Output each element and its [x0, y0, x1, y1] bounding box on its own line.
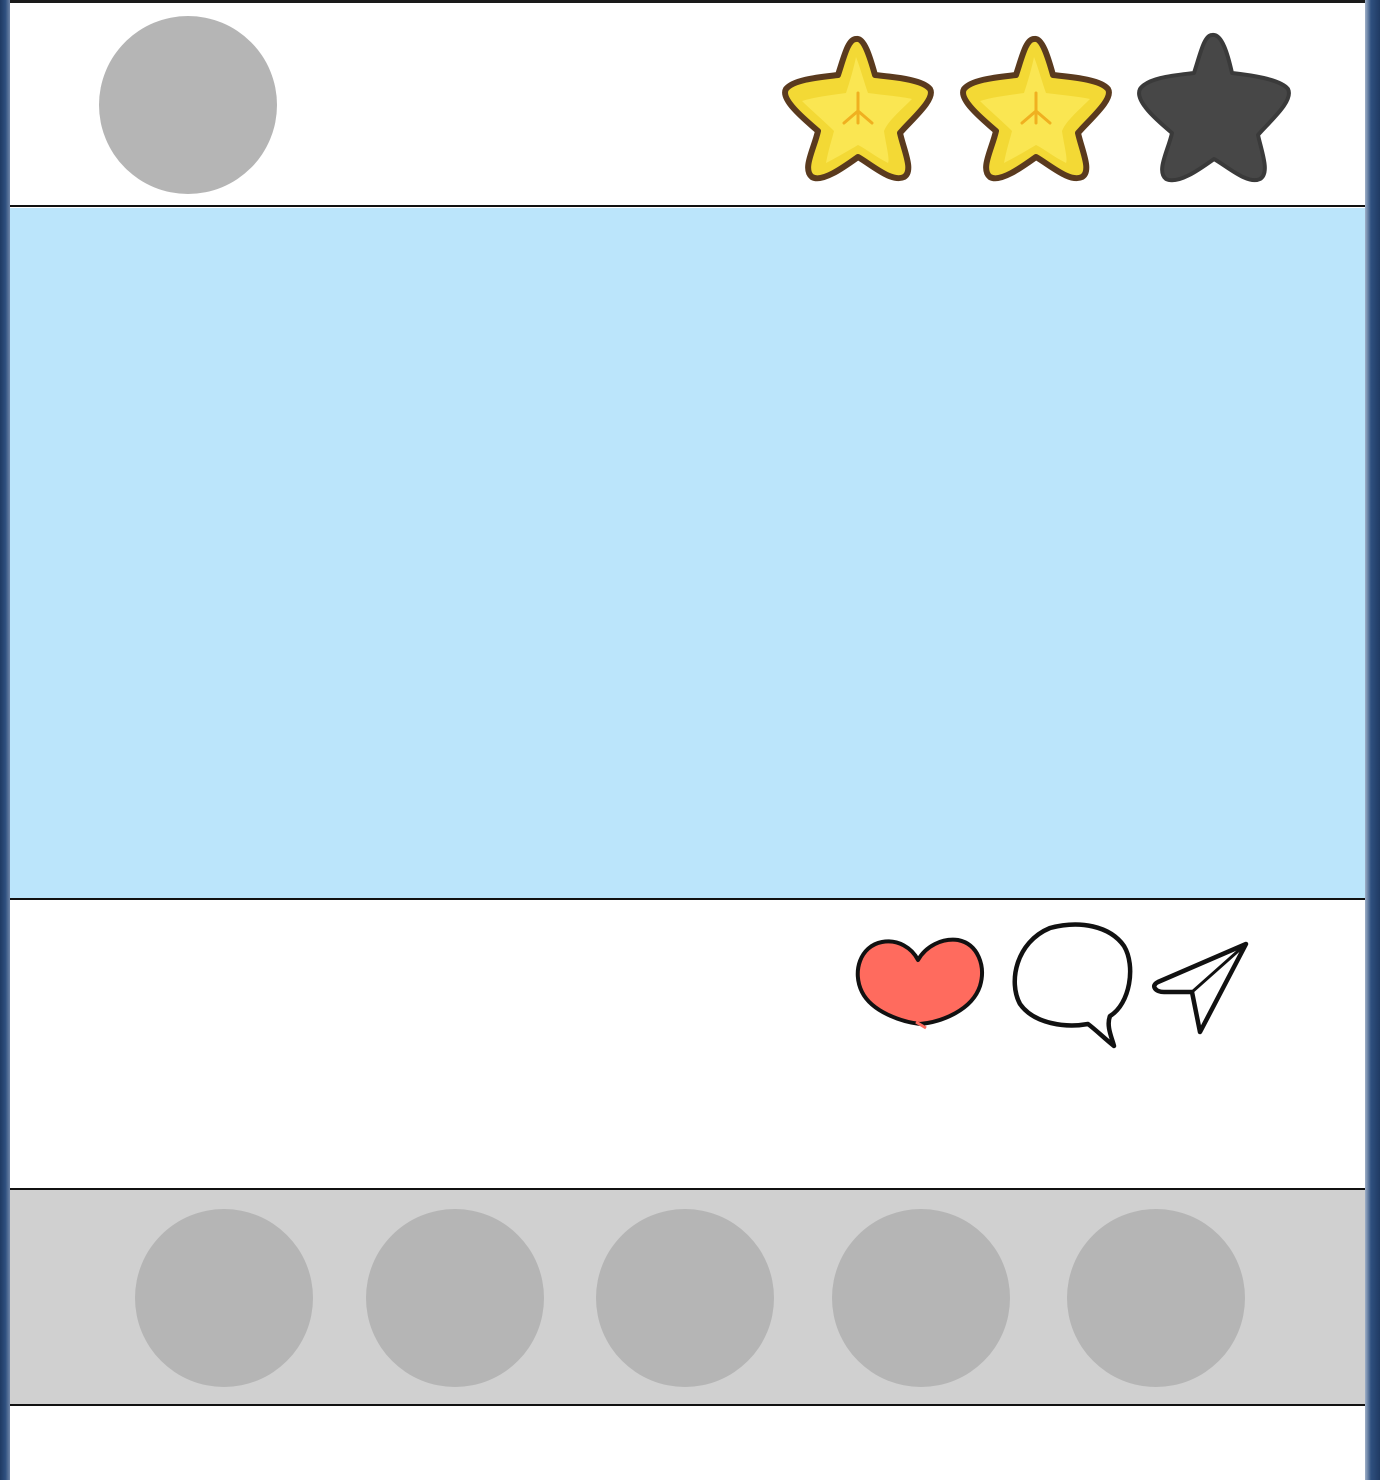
action-bar [10, 900, 1365, 1188]
thumbnail-2[interactable] [366, 1209, 544, 1387]
thumbnail-4[interactable] [832, 1209, 1010, 1387]
post-header [10, 3, 1365, 206]
star-rating[interactable] [772, 27, 1302, 187]
post-card [0, 0, 1380, 1480]
post-image[interactable] [10, 208, 1365, 898]
top-border [0, 0, 1380, 3]
thumbnail-bar [10, 1190, 1365, 1404]
avatar[interactable] [99, 16, 277, 194]
speech-bubble-icon[interactable] [1010, 920, 1134, 1050]
thumbnail-3[interactable] [596, 1209, 774, 1387]
thumbnail-5[interactable] [1067, 1209, 1245, 1387]
paper-plane-icon[interactable] [1150, 940, 1250, 1036]
right-border [1365, 0, 1380, 1480]
star-icon-empty[interactable] [1128, 27, 1298, 187]
thumbnail-1[interactable] [135, 1209, 313, 1387]
heart-icon[interactable] [852, 934, 988, 1030]
star-icon-filled[interactable] [950, 27, 1120, 187]
footer [10, 1406, 1365, 1480]
header-divider [10, 205, 1365, 207]
star-icon-filled[interactable] [772, 27, 942, 187]
left-border [0, 0, 10, 1480]
